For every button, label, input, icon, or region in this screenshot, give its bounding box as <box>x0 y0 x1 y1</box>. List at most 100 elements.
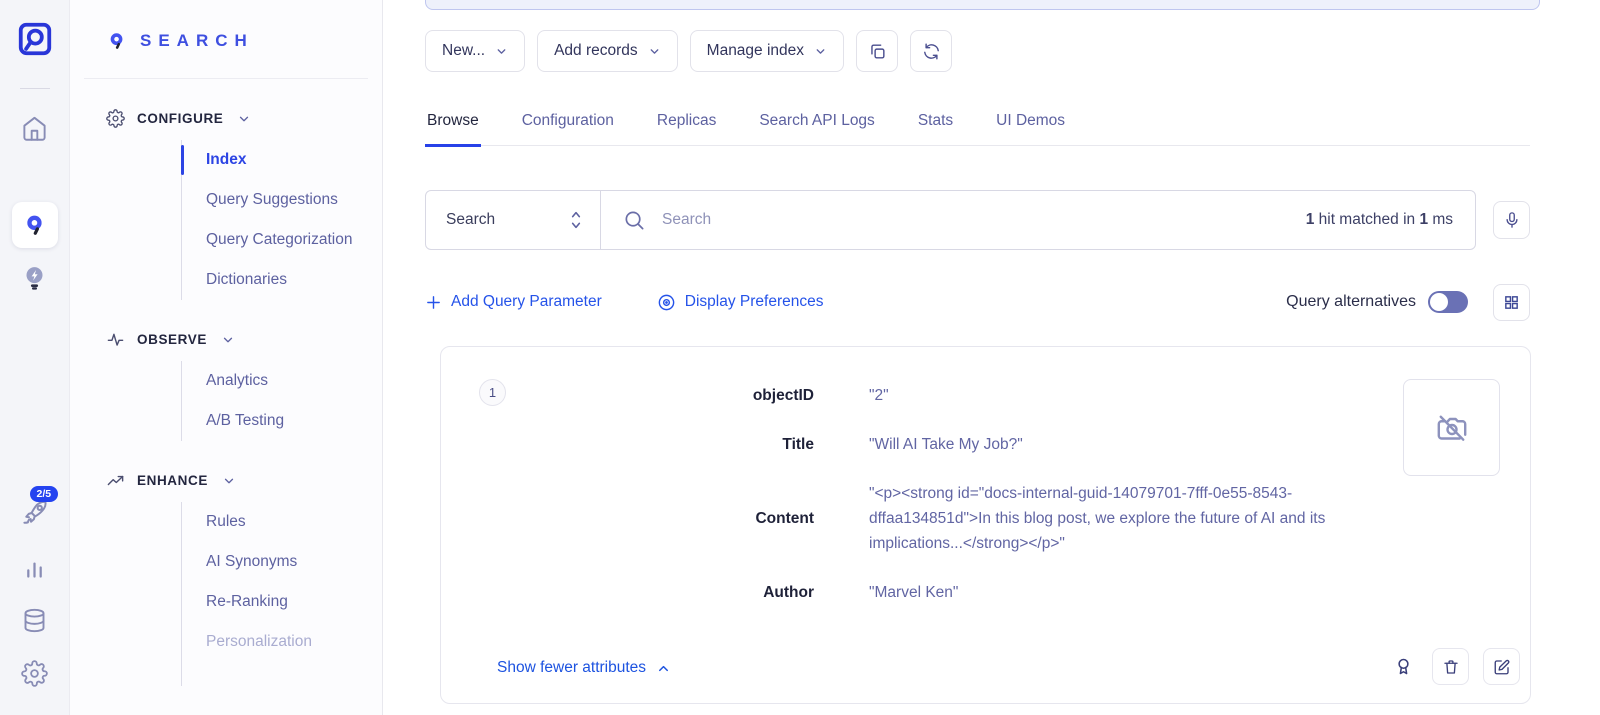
tab-browse[interactable]: Browse <box>425 106 481 147</box>
hit-rank-badge: 1 <box>479 379 506 406</box>
add-records-dropdown-button[interactable]: Add records <box>537 30 678 72</box>
eye-icon <box>657 293 676 312</box>
sidebar-item-personalization[interactable]: Personalization <box>182 622 382 662</box>
chevron-down-icon <box>221 333 235 347</box>
main-panel: New... Add records Manage index <box>383 0 1600 715</box>
analytics-bars-icon[interactable] <box>21 554 48 581</box>
chevron-down-icon <box>814 45 827 58</box>
search-scope-value: Search <box>446 211 495 229</box>
voice-search-button[interactable] <box>1493 201 1530 239</box>
rail-bottom-group: 2/5 <box>20 498 50 715</box>
refresh-icon <box>922 42 941 61</box>
promote-hit-button[interactable] <box>1389 652 1418 681</box>
sidebar-item-query-suggestions[interactable]: Query Suggestions <box>182 180 382 220</box>
attribute-name: Author <box>649 580 814 605</box>
search-icon <box>623 209 646 232</box>
layout-grid-button[interactable] <box>1493 284 1530 321</box>
copy-index-button[interactable] <box>856 30 898 72</box>
add-records-label: Add records <box>554 42 638 60</box>
sidebar-item-re-ranking[interactable]: Re-Ranking <box>182 582 382 622</box>
attribute-name: Content <box>649 506 814 531</box>
rail-divider <box>20 88 50 89</box>
hits-unit: ms <box>1428 211 1453 228</box>
search-bar: Search <box>425 190 1476 250</box>
edit-hit-button[interactable] <box>1483 648 1520 685</box>
search-scope-select[interactable]: Search <box>426 191 601 249</box>
search-section-icon[interactable] <box>12 202 58 248</box>
query-alternatives-label: Query alternatives <box>1286 293 1416 311</box>
sidebar-item-ab-testing[interactable]: A/B Testing <box>182 401 382 441</box>
sidebar-item-query-categorization[interactable]: Query Categorization <box>182 220 382 260</box>
no-image-placeholder <box>1403 379 1500 476</box>
new-dropdown-button[interactable]: New... <box>425 30 525 72</box>
edit-icon <box>1493 658 1511 676</box>
getting-started-rocket-icon[interactable]: 2/5 <box>20 498 50 528</box>
sidebar-item-rules[interactable]: Rules <box>182 502 382 542</box>
tab-ui-demos[interactable]: UI Demos <box>994 106 1067 147</box>
section-configure: CONFIGURE Index Query Suggestions Query … <box>70 109 382 300</box>
hit-attributes: objectID "2" Title "Will AI Take My Job?… <box>649 383 1530 605</box>
recommend-lightbulb-icon[interactable] <box>21 264 48 294</box>
tab-stats[interactable]: Stats <box>916 106 955 147</box>
section-label: CONFIGURE <box>137 111 223 126</box>
manage-index-label: Manage index <box>707 42 804 60</box>
attribute-value: "Marvel Ken" <box>869 580 1409 605</box>
grid-icon <box>1503 294 1520 311</box>
manage-index-dropdown-button[interactable]: Manage index <box>690 30 844 72</box>
usage-badge: 2/5 <box>30 486 59 502</box>
search-input[interactable] <box>662 211 1290 229</box>
sidebar-item-analytics[interactable]: Analytics <box>182 361 382 401</box>
query-parameter-row: Add Query Parameter Display Preferences … <box>425 284 1530 320</box>
display-preferences-link[interactable]: Display Preferences <box>657 293 824 312</box>
app-rail: 2/5 <box>0 0 70 715</box>
display-preferences-label: Display Preferences <box>685 293 824 311</box>
chevron-down-icon <box>648 45 661 58</box>
hit-card: 1 objectID "2" Title "Will AI Take My Jo… <box>440 346 1531 704</box>
sidebar-item-index[interactable]: Index <box>182 140 382 180</box>
attribute-value: "Will AI Take My Job?" <box>869 432 1409 457</box>
query-alternatives-toggle[interactable] <box>1428 291 1468 313</box>
plus-icon <box>425 294 442 311</box>
attribute-value: "2" <box>869 383 1409 408</box>
show-fewer-attributes-label: Show fewer attributes <box>497 659 646 677</box>
search-row: Search <box>425 190 1530 250</box>
new-dropdown-label: New... <box>442 42 485 60</box>
tab-replicas[interactable]: Replicas <box>655 106 718 147</box>
section-label: ENHANCE <box>137 473 208 488</box>
data-database-icon[interactable] <box>21 607 48 634</box>
home-icon[interactable] <box>21 115 48 142</box>
add-query-parameter-link[interactable]: Add Query Parameter <box>425 293 602 311</box>
chevron-down-icon <box>222 474 236 488</box>
copy-icon <box>868 42 887 61</box>
hits-stats: 1 hit matched in 1 ms <box>1306 211 1475 229</box>
section-enhance-header[interactable]: ENHANCE <box>70 471 382 490</box>
chevron-down-icon <box>495 45 508 58</box>
tab-search-api-logs[interactable]: Search API Logs <box>757 106 876 147</box>
hits-time: 1 <box>1419 211 1428 228</box>
refresh-button[interactable] <box>910 30 952 72</box>
attribute-name: objectID <box>649 383 814 408</box>
section-observe-header[interactable]: OBSERVE <box>70 330 382 349</box>
index-selector-partial[interactable] <box>425 0 1540 10</box>
configure-gear-icon <box>106 109 125 128</box>
algolia-logo-icon[interactable] <box>16 20 54 58</box>
tab-configuration[interactable]: Configuration <box>520 106 616 147</box>
section-enhance: ENHANCE Rules AI Synonyms Re-Ranking Per… <box>70 471 382 686</box>
settings-gear-icon[interactable] <box>21 660 48 687</box>
observe-pulse-icon <box>106 330 125 349</box>
sidebar-item-ai-synonyms[interactable]: AI Synonyms <box>182 542 382 582</box>
sidebar-item-dictionaries[interactable]: Dictionaries <box>182 260 382 300</box>
section-observe: OBSERVE Analytics A/B Testing <box>70 330 382 441</box>
sidebar-title: SEARCH <box>140 31 254 51</box>
index-tabs: Browse Configuration Replicas Search API… <box>425 106 1530 146</box>
enhance-trending-icon <box>106 471 125 490</box>
chevron-down-icon <box>237 112 251 126</box>
section-configure-header[interactable]: CONFIGURE <box>70 109 382 128</box>
show-fewer-attributes-link[interactable]: Show fewer attributes <box>497 659 671 677</box>
hit-actions <box>1389 648 1520 685</box>
microphone-icon <box>1503 211 1521 229</box>
delete-hit-button[interactable] <box>1432 648 1469 685</box>
index-toolbar: New... Add records Manage index <box>425 30 1530 72</box>
trash-icon <box>1442 658 1460 676</box>
chevron-up-icon <box>656 661 671 676</box>
